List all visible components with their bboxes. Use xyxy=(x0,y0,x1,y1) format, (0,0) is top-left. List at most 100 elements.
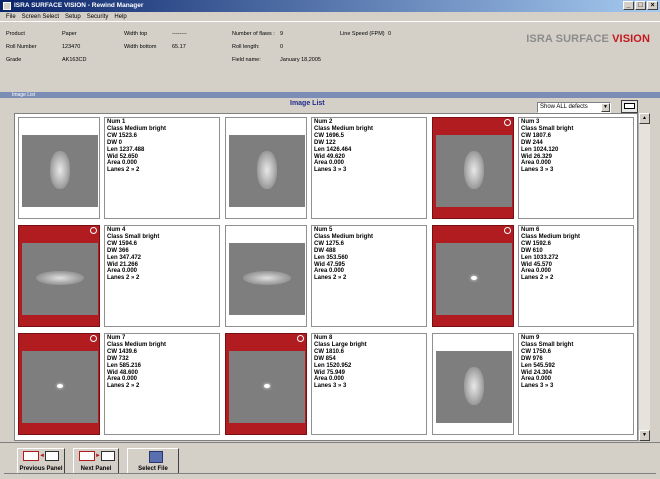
defect-cell[interactable]: Num 7 Class Medium bright CW 1439.6 DW 732 L… xyxy=(16,331,222,437)
next-panel-label: Next Panel xyxy=(80,466,112,472)
defect-cw: CW 1275.6 xyxy=(314,240,345,247)
defect-len: Len 347.472 xyxy=(107,254,142,261)
defect-thumbnail[interactable] xyxy=(225,333,307,435)
roll-info-panel: Product Paper Roll Number 123470 Grade A… xyxy=(4,25,656,88)
defect-spot xyxy=(57,384,63,388)
chart-icon xyxy=(101,451,115,461)
minimize-button[interactable]: _ xyxy=(623,1,634,10)
scroll-down-button[interactable]: ▼ xyxy=(639,430,650,441)
defect-num: Num 3 xyxy=(521,119,540,125)
defect-wid: Wid 49.620 xyxy=(314,153,345,160)
defect-grid: Num 1 Class Medium bright CW 1523.6 DW 0 Len… xyxy=(14,113,638,441)
menu-file[interactable]: File xyxy=(3,12,19,21)
defect-dw: DW 854 xyxy=(314,355,336,362)
roll-length-value: 0 xyxy=(280,44,284,50)
defect-dw: DW 976 xyxy=(521,355,543,362)
defect-cw: CW 1594.6 xyxy=(107,240,138,247)
defect-cell[interactable]: Num 8 Class Large bright CW 1810.6 DW 854 Le… xyxy=(223,331,429,437)
defect-dw: DW 0 xyxy=(107,139,122,146)
defect-thumbnail[interactable] xyxy=(225,117,307,219)
defect-class: Class Medium bright xyxy=(314,125,374,132)
defect-wid: Wid 75.949 xyxy=(314,369,345,376)
defect-spot xyxy=(264,384,270,388)
logo-text: ISRA SURFACE xyxy=(526,33,613,45)
next-panel-button[interactable]: ► Next Panel xyxy=(73,448,119,474)
defect-image xyxy=(436,243,512,315)
defect-spot xyxy=(464,367,484,405)
defect-cell[interactable]: Num 2 Class Medium bright CW 1696.5 DW 122 L… xyxy=(223,115,429,221)
defect-len: Len 585.216 xyxy=(107,362,142,369)
defect-lanes: Lanes 2 » 2 xyxy=(107,167,140,174)
previous-panel-label: Previous Panel xyxy=(19,466,63,472)
defect-dw: DW 244 xyxy=(521,139,543,146)
maximize-button[interactable]: □ xyxy=(635,1,646,10)
defect-spot xyxy=(50,151,70,189)
screenshot-icon[interactable] xyxy=(621,100,638,113)
defect-lanes: Lanes 2 » 2 xyxy=(521,275,554,282)
defect-thumbnail[interactable] xyxy=(432,117,514,219)
defect-area: Area 0.000 xyxy=(314,268,345,275)
defect-cell[interactable]: Num 6 Class Medium bright CW 1592.6 DW 610 L… xyxy=(430,223,636,329)
menu-bar: File Screen Select Setup Security Help xyxy=(0,12,660,22)
menu-security[interactable]: Security xyxy=(84,12,112,21)
close-button[interactable]: × xyxy=(647,1,658,10)
defect-len: Len 1237.488 xyxy=(107,146,145,153)
defect-lanes: Lanes 2 » 2 xyxy=(314,275,347,282)
vertical-scrollbar[interactable]: ▲ ▼ xyxy=(638,113,650,441)
defect-thumbnail[interactable] xyxy=(18,333,100,435)
select-file-button[interactable]: Select File xyxy=(127,448,179,474)
defect-image xyxy=(229,135,305,207)
defect-info: Num 8 Class Large bright CW 1810.6 DW 854 Le… xyxy=(311,333,427,435)
selected-marker-icon xyxy=(297,335,304,342)
defect-class: Class Medium bright xyxy=(107,341,167,348)
defect-num: Num 9 xyxy=(521,335,540,341)
defect-num: Num 6 xyxy=(521,227,540,233)
defect-area: Area 0.000 xyxy=(314,376,345,383)
line-speed-value: 0 xyxy=(388,31,392,37)
defect-cw: CW 1696.5 xyxy=(314,132,345,139)
defect-filter-select[interactable]: Show ALL defects ▼ xyxy=(537,102,611,113)
defect-cell[interactable]: Num 3 Class Small bright CW 1807.6 DW 244 Le… xyxy=(430,115,636,221)
defect-thumbnail[interactable] xyxy=(18,225,100,327)
select-file-label: Select File xyxy=(138,466,168,472)
roll-number-value: 123470 xyxy=(62,44,81,50)
defect-cell[interactable]: Num 1 Class Medium bright CW 1523.6 DW 0 Len… xyxy=(16,115,222,221)
defect-lanes: Lanes 3 » 3 xyxy=(521,383,554,390)
selected-marker-icon xyxy=(90,335,97,342)
defect-cw: CW 1439.6 xyxy=(107,348,138,355)
defect-cell[interactable]: Num 5 Class Medium bright CW 1275.6 DW 488 L… xyxy=(223,223,429,329)
defect-thumbnail[interactable] xyxy=(432,225,514,327)
defect-image xyxy=(436,135,512,207)
defect-area: Area 0.000 xyxy=(521,160,552,167)
defect-area: Area 0.000 xyxy=(521,376,552,383)
defect-wid: Wid 21.266 xyxy=(107,261,138,268)
defect-image xyxy=(229,351,305,423)
defect-info: Num 9 Class Small bright CW 1750.6 DW 976 Le… xyxy=(518,333,634,435)
width-bottom-label: Width bottom xyxy=(124,44,157,50)
defect-info: Num 3 Class Small bright CW 1807.6 DW 244 Le… xyxy=(518,117,634,219)
defect-cell[interactable]: Num 4 Class Small bright CW 1594.6 DW 366 Le… xyxy=(16,223,222,329)
defect-dw: DW 610 xyxy=(521,247,543,254)
logo-accent-text: VISION xyxy=(612,33,650,45)
image-list-title: Image List xyxy=(290,100,325,107)
defect-class: Class Small bright xyxy=(107,233,160,240)
defect-thumbnail[interactable] xyxy=(225,225,307,327)
defect-len: Len 1426.464 xyxy=(314,146,352,153)
defect-spot xyxy=(243,271,291,285)
defect-wid: Wid 48.600 xyxy=(107,369,138,376)
defect-cell[interactable]: Num 9 Class Small bright CW 1750.6 DW 976 Le… xyxy=(430,331,636,437)
defect-image xyxy=(22,351,98,423)
isra-logo: ISRA SURFACE VISION xyxy=(526,33,650,45)
menu-setup[interactable]: Setup xyxy=(62,12,84,21)
defect-info: Num 7 Class Medium bright CW 1439.6 DW 732 L… xyxy=(104,333,220,435)
defect-thumbnail[interactable] xyxy=(432,333,514,435)
defect-wid: Wid 45.570 xyxy=(521,261,552,268)
grade-value: AK163CD xyxy=(62,57,87,63)
menu-screen-select[interactable]: Screen Select xyxy=(19,12,62,21)
title-bar: ISRA SURFACE VISION - Rewind Manager _ □… xyxy=(0,0,660,12)
defect-thumbnail[interactable] xyxy=(18,117,100,219)
menu-help[interactable]: Help xyxy=(111,12,129,21)
chevron-down-icon[interactable]: ▼ xyxy=(601,103,610,112)
scroll-up-button[interactable]: ▲ xyxy=(639,113,650,124)
previous-panel-button[interactable]: ◄ Previous Panel xyxy=(17,448,65,474)
